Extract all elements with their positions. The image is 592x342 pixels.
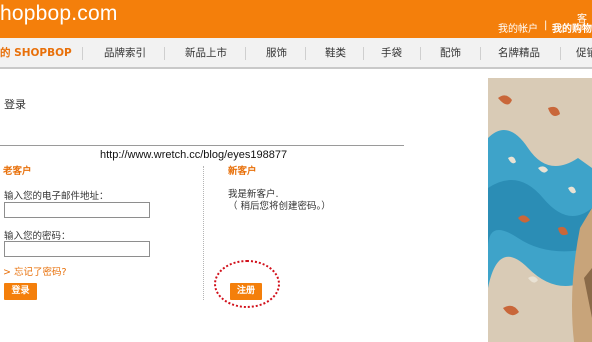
returning-customer-heading: 老客户 <box>3 166 32 177</box>
forgot-password-link[interactable]: > 忘记了密码? <box>3 264 67 278</box>
nav-item-sale[interactable]: 促销 <box>576 38 592 69</box>
nav-item-new-arrivals[interactable]: 新品上市 <box>185 38 227 69</box>
nav-separator <box>363 47 364 60</box>
my-cart-link[interactable]: 我的购物 <box>552 20 592 35</box>
email-field[interactable] <box>4 202 150 218</box>
new-customer-note: （ 稍后您将创建密码。） <box>228 201 331 212</box>
header-separator: | <box>544 20 548 31</box>
nav-item-shopbop[interactable]: 的 SHOPBOP <box>0 38 72 69</box>
new-customer-heading: 新客户 <box>228 166 257 177</box>
nav-item-bags[interactable]: 手袋 <box>381 38 402 69</box>
column-divider <box>203 166 204 300</box>
nav-item-brand-index[interactable]: 品牌索引 <box>104 38 146 69</box>
nav-separator <box>245 47 246 60</box>
nav-separator <box>480 47 481 60</box>
my-account-link[interactable]: 我的帐户 <box>498 20 538 35</box>
nav-separator <box>82 47 83 60</box>
login-button[interactable]: 登录 <box>4 283 37 300</box>
password-field[interactable] <box>4 241 150 257</box>
email-label: 输入您的电子邮件地址： <box>4 191 109 202</box>
nav-item-clothing[interactable]: 服饰 <box>266 38 287 69</box>
password-label: 输入您的密码： <box>4 231 71 242</box>
nav-separator <box>560 47 561 60</box>
promo-image <box>488 78 592 342</box>
shopbop-logo[interactable]: hopbop.com <box>0 2 118 26</box>
annotation-circle <box>214 260 280 308</box>
nav-separator <box>164 47 165 60</box>
nav-separator <box>305 47 306 60</box>
main-nav: 的 SHOPBOP 品牌索引 新品上市 服饰 鞋类 手袋 配饰 名牌精品 促销 <box>0 38 592 69</box>
nav-item-shoes[interactable]: 鞋类 <box>325 38 346 69</box>
page-title: 登录 <box>4 98 26 111</box>
nav-item-accessories[interactable]: 配饰 <box>440 38 461 69</box>
nav-separator <box>420 47 421 60</box>
nav-item-designer-boutique[interactable]: 名牌精品 <box>498 38 540 69</box>
watermark-url: http://www.wretch.cc/blog/eyes198877 <box>100 149 288 161</box>
site-header: hopbop.com 客 我的帐户 | 我的购物 <box>0 0 592 38</box>
title-divider <box>0 145 404 146</box>
